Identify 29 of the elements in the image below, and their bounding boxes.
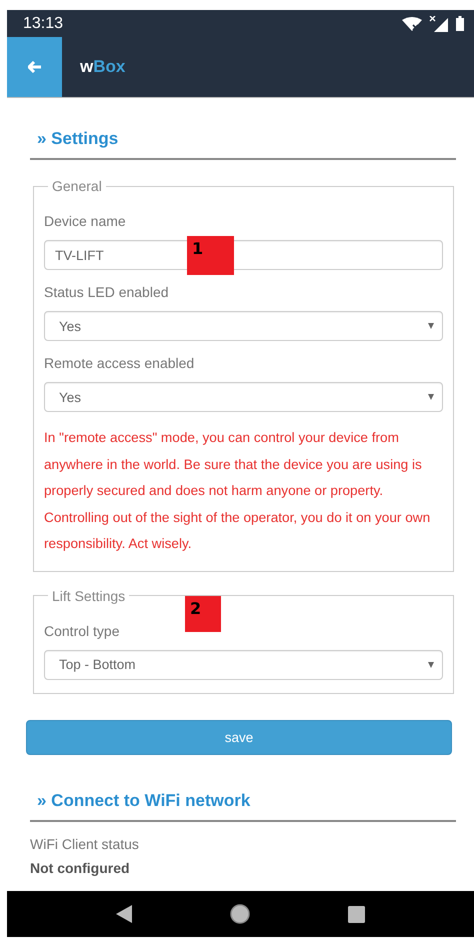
annotation-marker: 1 [187,236,234,275]
field-label: Control type [44,622,120,640]
fieldset-legend: Lift Settings [48,588,130,604]
caret-icon [428,323,434,329]
status-label: WiFi Client status [30,834,140,854]
warning-text: In "remote access" mode, you can control your device from anywhere in the world. Be sure that the device you are using is properly secured and does not harm anyone or property. Controlling out of the sight of the operator, you do it on your own responsibility. Act wisely. [44,429,432,553]
wifi-off-icon [402,16,422,30]
field-label: Status LED enabled [44,283,170,302]
field-label: Remote access enabled [44,354,196,373]
caret-icon [428,662,434,668]
home-icon[interactable] [230,904,250,924]
annotation-marker: 2 [185,596,221,632]
signal-icon [428,16,450,32]
dropdown-select[interactable]: Yes [44,382,443,412]
section-heading: » Connect to WiFi network [30,790,456,822]
recents-icon[interactable] [348,906,365,922]
dropdown-select[interactable]: Top - Bottom [44,650,443,680]
app-title: wBox [80,57,126,77]
section-heading: » Settings [30,128,456,160]
status-value: Not configured [30,858,131,878]
caret-icon [428,394,434,400]
back-arrow-icon [28,61,42,73]
dropdown-select[interactable]: Yes [44,311,443,341]
fieldset-legend: General [48,178,106,194]
field-label: Device name [44,212,127,231]
save-button[interactable]: save [26,720,452,754]
status-time: 13:13 [23,14,64,32]
battery-icon [456,16,464,31]
back-icon[interactable] [116,905,132,923]
